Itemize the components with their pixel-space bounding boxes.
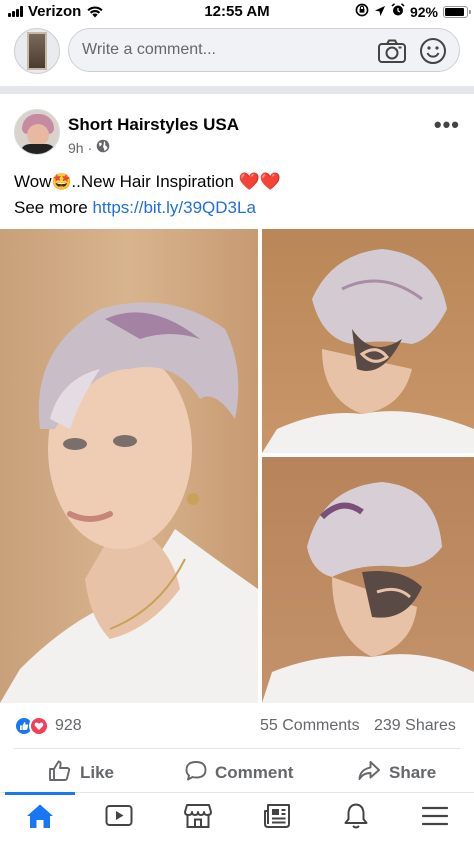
thumbnail-image xyxy=(27,32,47,70)
page-name[interactable]: Short Hairstyles USA xyxy=(68,115,239,135)
shares-count[interactable]: 239 Shares xyxy=(374,717,456,735)
more-options-icon[interactable]: ••• xyxy=(434,112,460,138)
like-button[interactable]: Like xyxy=(48,756,114,790)
alarm-icon xyxy=(391,3,405,20)
reaction-icons[interactable] xyxy=(14,716,49,736)
nav-notifications[interactable] xyxy=(316,793,395,842)
avatar-body xyxy=(20,144,56,154)
comment-bar: Write a comment... xyxy=(0,26,474,76)
watch-icon xyxy=(105,804,133,833)
post-text-line-2: See more https://bit.ly/39QD3La xyxy=(14,195,460,220)
status-bar: Verizon 12:55 AM 92% xyxy=(0,0,474,24)
location-icon xyxy=(374,4,386,20)
actions-divider xyxy=(14,748,460,749)
post-text-prefix: Wow xyxy=(14,172,52,191)
avatar-face xyxy=(27,124,49,146)
photo-back-view[interactable] xyxy=(262,229,474,453)
share-arrow-icon xyxy=(357,760,381,787)
post-text-main: ..New Hair Inspiration xyxy=(71,172,234,191)
smile-icon[interactable] xyxy=(419,37,447,70)
reaction-count[interactable]: 928 xyxy=(55,717,82,735)
battery-level xyxy=(445,7,465,16)
comment-input[interactable]: Write a comment... xyxy=(68,28,460,72)
nav-home[interactable] xyxy=(0,792,79,842)
section-divider xyxy=(0,86,474,94)
marketplace-icon xyxy=(183,803,212,834)
photo-front-view[interactable] xyxy=(0,229,258,703)
comments-count[interactable]: 55 Comments xyxy=(260,717,360,735)
post-meta: 9h · xyxy=(68,139,110,156)
news-icon xyxy=(263,803,291,834)
page-avatar[interactable] xyxy=(14,109,60,155)
post-actions: Like Comment Share xyxy=(0,756,474,790)
share-button[interactable]: Share xyxy=(357,756,436,790)
photo-side-view[interactable] xyxy=(262,457,474,703)
see-more-label[interactable]: See more xyxy=(14,198,88,217)
status-right: 92% xyxy=(355,3,471,20)
photo-collage[interactable] xyxy=(0,229,474,703)
heart-emojis: ❤️❤️ xyxy=(238,172,281,191)
thumbs-up-icon xyxy=(48,759,72,788)
star-struck-emoji: 🤩 xyxy=(51,174,72,191)
camera-icon[interactable] xyxy=(377,38,407,69)
menu-icon xyxy=(421,805,448,832)
battery-icon xyxy=(443,5,471,18)
post-link[interactable]: https://bit.ly/39QD3La xyxy=(92,198,255,217)
nav-marketplace[interactable] xyxy=(158,793,237,842)
bottom-nav xyxy=(0,792,474,842)
nav-watch[interactable] xyxy=(79,793,158,842)
nav-news[interactable] xyxy=(237,793,316,842)
post-time[interactable]: 9h xyxy=(68,140,84,156)
globe-icon xyxy=(96,139,110,156)
battery-percent: 92% xyxy=(409,3,438,20)
post-text-line-1: Wow🤩..New Hair Inspiration ❤️❤️ xyxy=(14,169,460,195)
comment-bubble-icon xyxy=(185,760,207,787)
screen-lock-icon xyxy=(355,3,369,20)
post-text: Wow🤩..New Hair Inspiration ❤️❤️ See more… xyxy=(14,169,460,220)
notifications-icon xyxy=(343,802,369,835)
like-label: Like xyxy=(80,763,115,782)
share-label: Share xyxy=(389,763,437,782)
comment-label: Comment xyxy=(215,763,294,782)
post-header: Short Hairstyles USA 9h · ••• xyxy=(0,104,474,160)
nav-active-indicator xyxy=(5,792,75,795)
post-thumbnail[interactable] xyxy=(14,28,60,74)
love-reaction-icon xyxy=(29,716,49,736)
reactions-bar: 928 55 Comments 239 Shares xyxy=(0,712,474,742)
comment-placeholder: Write a comment... xyxy=(82,41,216,58)
comment-button[interactable]: Comment xyxy=(185,756,293,790)
home-icon xyxy=(26,803,54,834)
nav-menu[interactable] xyxy=(395,793,474,842)
meta-separator: · xyxy=(87,139,93,156)
